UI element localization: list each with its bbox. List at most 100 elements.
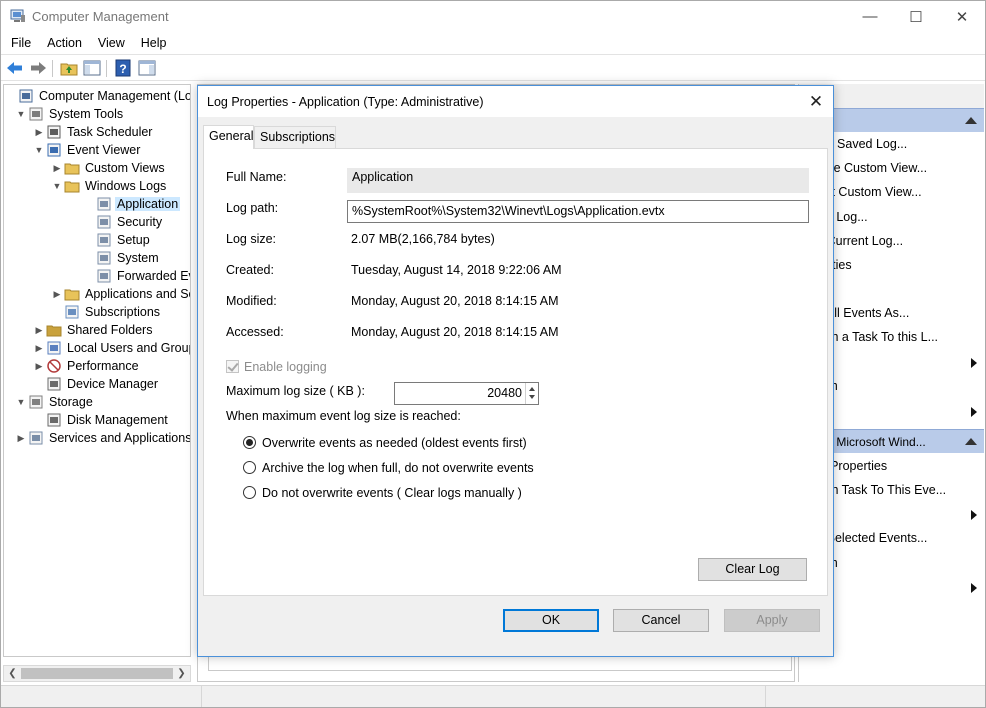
submenu-arrow-icon <box>971 358 977 368</box>
tree-item-label: Computer Management (Local <box>39 89 191 103</box>
tree-item[interactable]: ▼ Windows Logs <box>52 177 168 195</box>
log-icon <box>97 233 111 247</box>
tree-item[interactable]: Security <box>84 213 164 231</box>
tree-item[interactable]: Subscriptions <box>52 303 162 321</box>
computer-management-icon <box>19 89 33 103</box>
tree-item[interactable]: ▼ Event Viewer <box>34 141 142 159</box>
tree-item[interactable]: ▶ Applications and Se <box>52 285 191 303</box>
archive-radio[interactable] <box>243 461 256 474</box>
tree-item[interactable]: System <box>84 249 161 267</box>
archive-label: Archive the log when full, do not overwr… <box>262 461 534 475</box>
tree-item-label: Forwarded Event <box>117 269 190 283</box>
expanded-chevron-icon[interactable]: ▼ <box>52 181 62 191</box>
menu-file[interactable]: File <box>1 32 39 54</box>
tree-item[interactable]: ▶ Task Scheduler <box>34 123 154 141</box>
spinner-buttons <box>525 383 538 404</box>
full-name-label: Full Name: <box>226 170 287 184</box>
collapsed-chevron-icon[interactable]: ▶ <box>52 163 62 174</box>
tree-item[interactable]: Disk Management <box>34 411 170 429</box>
do-not-overwrite-radio[interactable] <box>243 486 256 499</box>
collapse-up-icon[interactable] <box>965 438 977 445</box>
close-button[interactable]: ✕ <box>939 1 985 32</box>
modified-label: Modified: <box>226 294 277 308</box>
collapsed-chevron-icon[interactable]: ▶ <box>16 433 26 444</box>
disk-management-icon <box>47 413 61 427</box>
spin-down-icon[interactable] <box>529 395 535 399</box>
tree-item[interactable]: ▶ Local Users and Groups <box>34 339 190 357</box>
status-divider <box>765 686 766 707</box>
tree-item-label: Applications and Se <box>85 287 191 301</box>
show-hide-action-pane-icon[interactable] <box>137 58 157 78</box>
forward-arrow-icon[interactable] <box>28 58 48 78</box>
maximize-button[interactable]: ☐ <box>893 1 939 32</box>
expanded-chevron-icon[interactable]: ▼ <box>16 109 26 119</box>
clear-log-button[interactable]: Clear Log <box>698 558 807 581</box>
tree-item-label: Security <box>117 215 163 229</box>
full-name-value: Application <box>352 170 414 184</box>
tree-item[interactable]: ▶ Services and Applications <box>16 429 190 447</box>
menu-help[interactable]: Help <box>133 32 175 54</box>
ok-button[interactable]: OK <box>503 609 599 632</box>
tree-item-label: Application <box>115 197 181 211</box>
svg-text:?: ? <box>119 62 126 76</box>
tree-item[interactable]: Computer Management (Local <box>6 87 191 105</box>
tree-item-label: Performance <box>67 359 139 373</box>
enable-logging-checkbox[interactable] <box>226 360 239 373</box>
minimize-button[interactable]: — <box>847 1 893 32</box>
collapsed-chevron-icon[interactable]: ▶ <box>34 127 44 138</box>
expanded-chevron-icon[interactable]: ▼ <box>34 145 44 155</box>
collapsed-chevron-icon[interactable]: ▶ <box>34 343 44 354</box>
tree-item[interactable]: ▶ Shared Folders <box>34 321 154 339</box>
tab-general[interactable]: General <box>203 125 254 149</box>
scroll-right-arrow-icon[interactable]: ❯ <box>173 666 190 681</box>
overwrite-radio[interactable] <box>243 436 256 449</box>
tree-item[interactable]: Forwarded Event <box>84 267 190 285</box>
submenu-arrow-icon <box>971 407 977 417</box>
tree-item-label: Subscriptions <box>85 305 161 319</box>
tree-item[interactable]: ▼ Storage <box>16 393 95 411</box>
accessed-label: Accessed: <box>226 325 284 339</box>
tree-item[interactable]: Setup <box>84 231 152 249</box>
tree-item[interactable]: ▶ Custom Views <box>52 159 167 177</box>
folder-icon <box>64 289 80 301</box>
scroll-thumb[interactable] <box>21 668 173 679</box>
tree-item[interactable]: ▼ System Tools <box>16 105 125 123</box>
menu-view[interactable]: View <box>90 32 133 54</box>
spin-up-icon[interactable] <box>529 387 535 391</box>
max-log-size-value[interactable]: 20480 <box>487 386 522 400</box>
show-hide-tree-icon[interactable] <box>82 58 102 78</box>
help-icon[interactable]: ? <box>113 58 133 78</box>
full-name-box: Application <box>347 168 809 193</box>
apply-button[interactable]: Apply <box>724 609 820 632</box>
scroll-left-arrow-icon[interactable]: ❮ <box>4 666 21 681</box>
event-viewer-icon <box>47 143 61 157</box>
general-tab-content: Full Name: Application Log path: %System… <box>203 86 828 646</box>
collapsed-chevron-icon[interactable]: ▶ <box>34 325 44 336</box>
collapsed-chevron-icon[interactable]: ▶ <box>52 289 62 300</box>
computer-management-app-icon <box>10 9 25 22</box>
folder-icon <box>64 163 80 175</box>
toolbar-separator <box>106 60 107 77</box>
log-size-value: 2.07 MB(2,166,784 bytes) <box>351 232 495 246</box>
max-log-size-spinner[interactable]: 20480 <box>394 382 539 405</box>
tree-item[interactable]: ▶ Performance <box>34 357 141 375</box>
back-arrow-icon[interactable] <box>5 58 25 78</box>
tree-horizontal-scrollbar[interactable]: ❮ ❯ <box>3 665 191 682</box>
status-bar <box>1 685 985 707</box>
storage-icon <box>29 395 43 409</box>
collapsed-chevron-icon[interactable]: ▶ <box>34 361 44 372</box>
expanded-chevron-icon[interactable]: ▼ <box>16 397 26 407</box>
collapse-up-icon[interactable] <box>965 117 977 124</box>
up-folder-icon[interactable] <box>59 58 79 78</box>
max-log-size-label: Maximum log size ( KB ): <box>226 384 365 398</box>
log-path-field[interactable]: %SystemRoot%\System32\Winevt\Logs\Applic… <box>347 200 809 223</box>
menu-action[interactable]: Action <box>39 32 90 54</box>
log-properties-dialog: Log Properties - Application (Type: Admi… <box>197 85 834 657</box>
cancel-button[interactable]: Cancel <box>613 609 709 632</box>
tree-item[interactable]: Device Manager <box>34 375 160 393</box>
log-icon <box>97 251 111 265</box>
overwrite-label: Overwrite events as needed (oldest event… <box>262 436 527 450</box>
tree-item[interactable]: Application <box>84 195 181 213</box>
tree-item-label: System Tools <box>49 107 124 121</box>
tree-item-label: Custom Views <box>85 161 165 175</box>
